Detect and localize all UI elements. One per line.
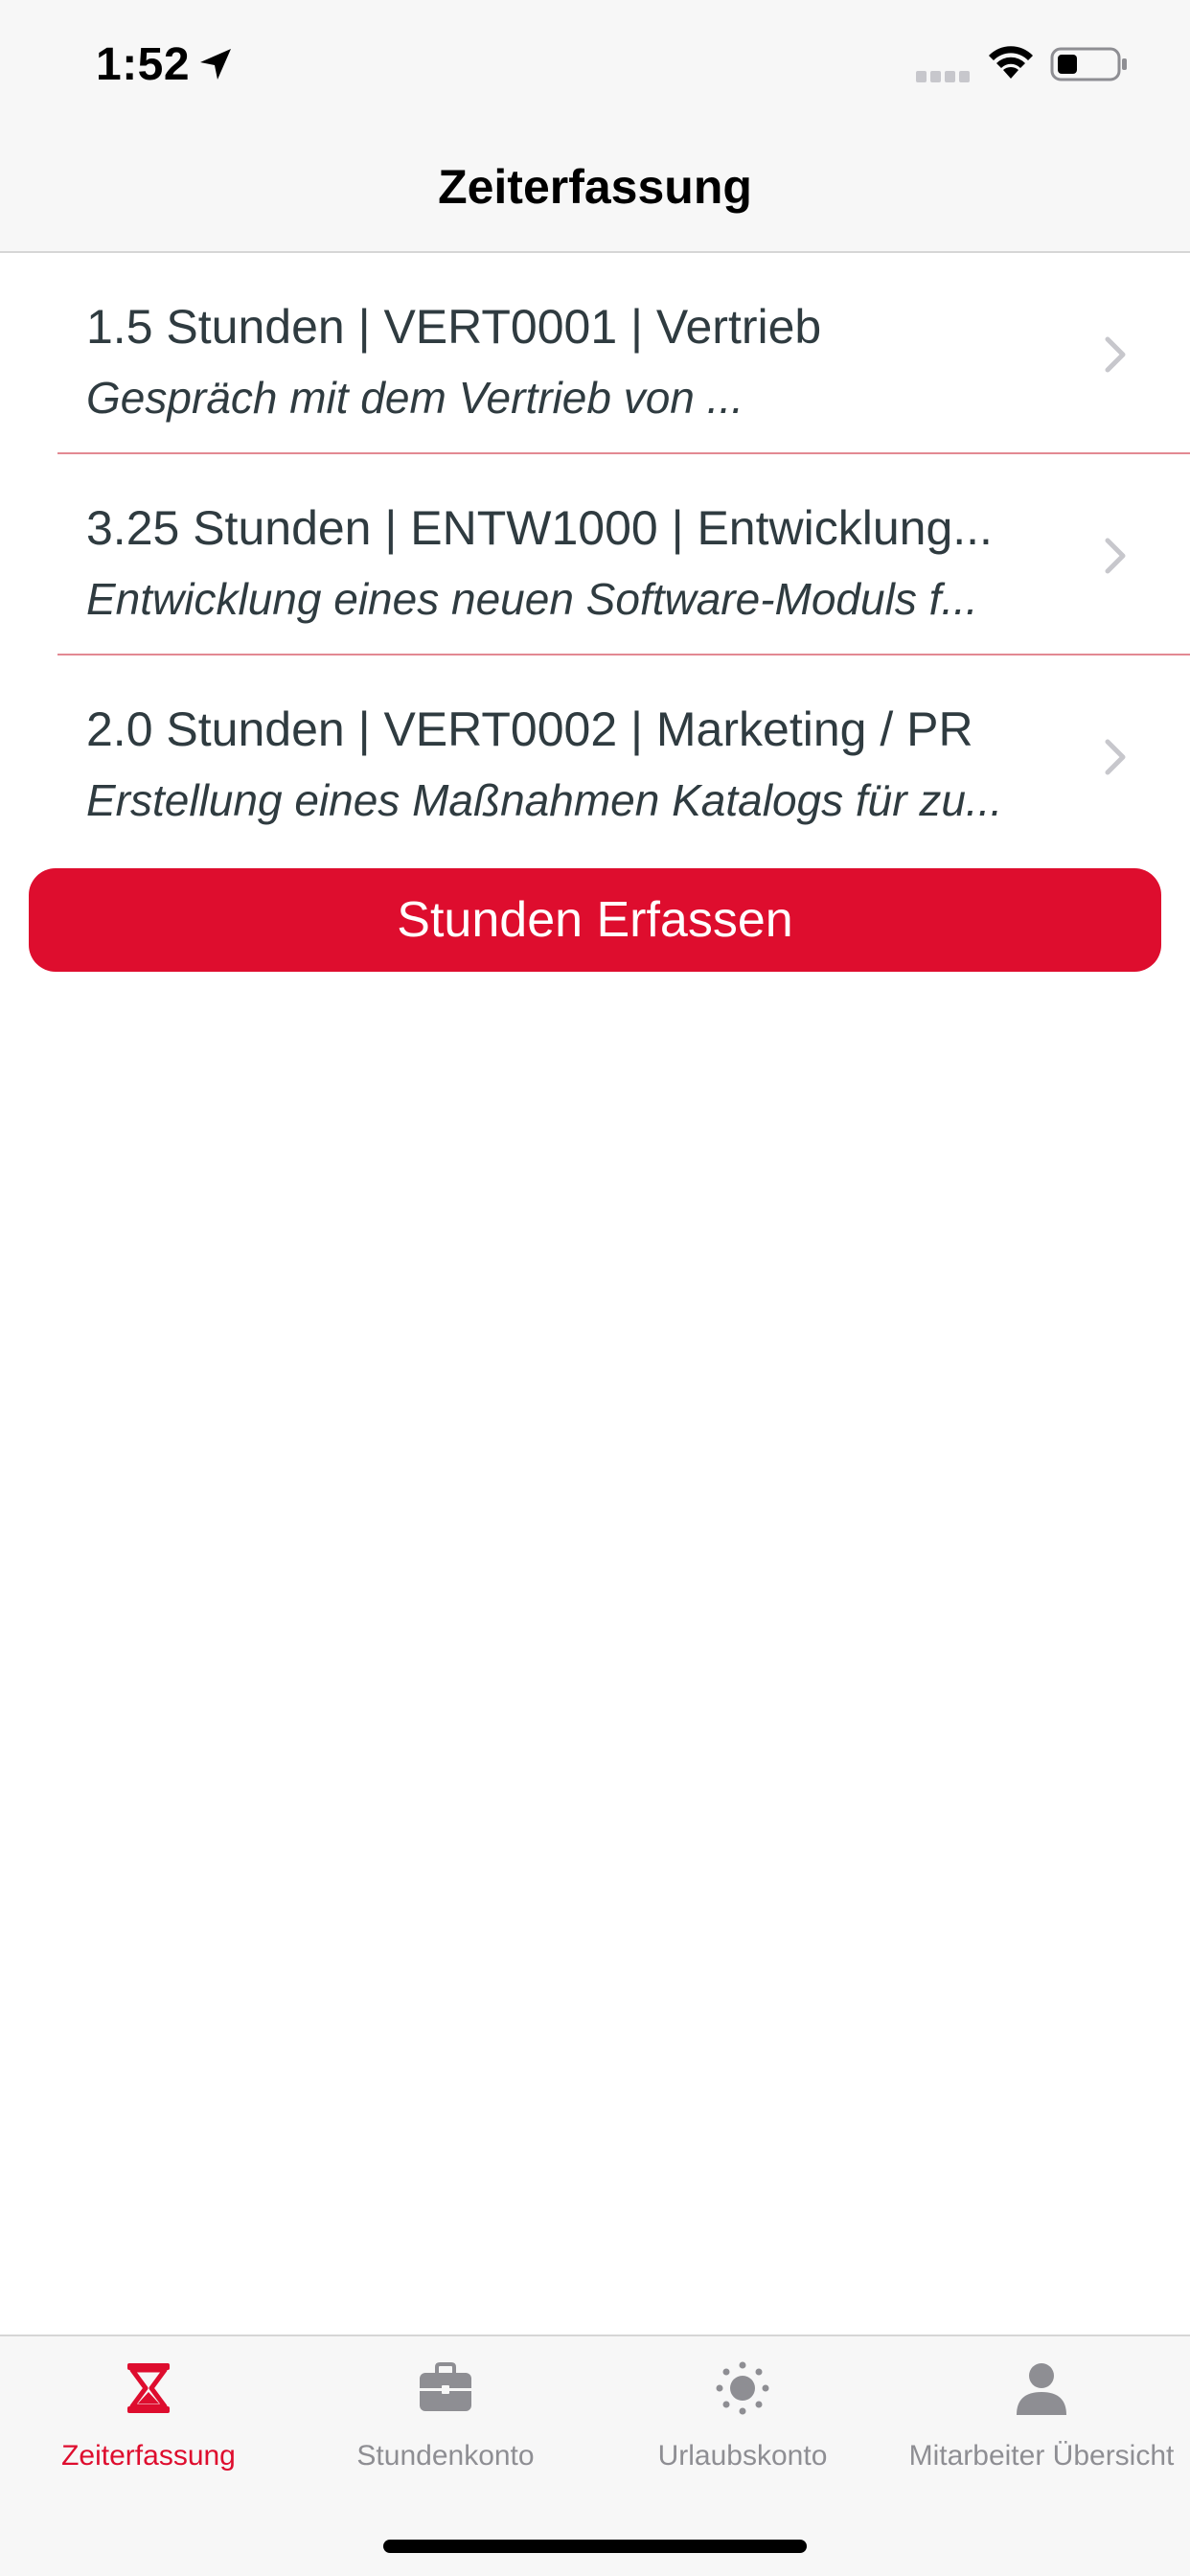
entry-description: Entwicklung eines neuen Software-Moduls … — [86, 574, 978, 624]
entry-title: 1.5 Stunden | VERT0001 | Vertrieb — [86, 300, 822, 354]
tab-label: Mitarbeiter Übersicht — [908, 2440, 1175, 2472]
chevron-right-icon — [1105, 739, 1126, 775]
top-bar: 1:52 Zeiterfassung — [0, 0, 1190, 253]
entry-description: Gespräch mit dem Vertrieb von ... — [86, 373, 744, 423]
chevron-right-icon — [1105, 538, 1126, 574]
list-item[interactable]: 1.5 Stunden | VERT0001 | Vertrieb Gesprä… — [0, 253, 1190, 454]
tab-label: Urlaubskonto — [657, 2440, 828, 2472]
entry-description: Erstellung eines Maßnahmen Katalogs für … — [86, 775, 1003, 825]
record-hours-button[interactable]: Stunden Erfassen — [29, 868, 1161, 972]
cellular-signal-icon — [916, 71, 970, 82]
tab-label: Stundenkonto — [356, 2440, 535, 2472]
briefcase-icon — [420, 2362, 471, 2411]
entry-title: 2.0 Stunden | VERT0002 | Marketing / PR — [86, 702, 973, 756]
wifi-icon — [989, 46, 1033, 79]
tab-bar: Zeiterfassung Stundenkonto Urlaubskonto — [0, 2334, 1190, 2576]
tab-urlaubskonto[interactable]: Urlaubskonto — [594, 2336, 891, 2499]
tab-stundenkonto[interactable]: Stundenkonto — [297, 2336, 594, 2499]
hourglass-icon — [127, 2363, 170, 2413]
person-icon — [1017, 2363, 1066, 2415]
sun-icon — [716, 2361, 769, 2415]
time-entry-list: 1.5 Stunden | VERT0001 | Vertrieb Gesprä… — [0, 253, 1190, 857]
page-title: Zeiterfassung — [438, 160, 752, 214]
battery-icon — [1050, 47, 1127, 81]
home-indicator — [383, 2540, 807, 2553]
tab-label: Zeiterfassung — [61, 2440, 236, 2472]
tab-mitarbeiter-uebersicht[interactable]: Mitarbeiter Übersicht — [893, 2336, 1190, 2499]
chevron-right-icon — [1105, 336, 1126, 373]
status-time: 1:52 — [96, 39, 191, 90]
entry-title: 3.25 Stunden | ENTW1000 | Entwicklung... — [86, 501, 993, 555]
list-item[interactable]: 2.0 Stunden | VERT0002 | Marketing / PR … — [0, 656, 1190, 857]
list-item[interactable]: 3.25 Stunden | ENTW1000 | Entwicklung...… — [0, 454, 1190, 656]
location-arrow-icon — [200, 49, 231, 80]
tab-zeiterfassung[interactable]: Zeiterfassung — [0, 2336, 297, 2499]
